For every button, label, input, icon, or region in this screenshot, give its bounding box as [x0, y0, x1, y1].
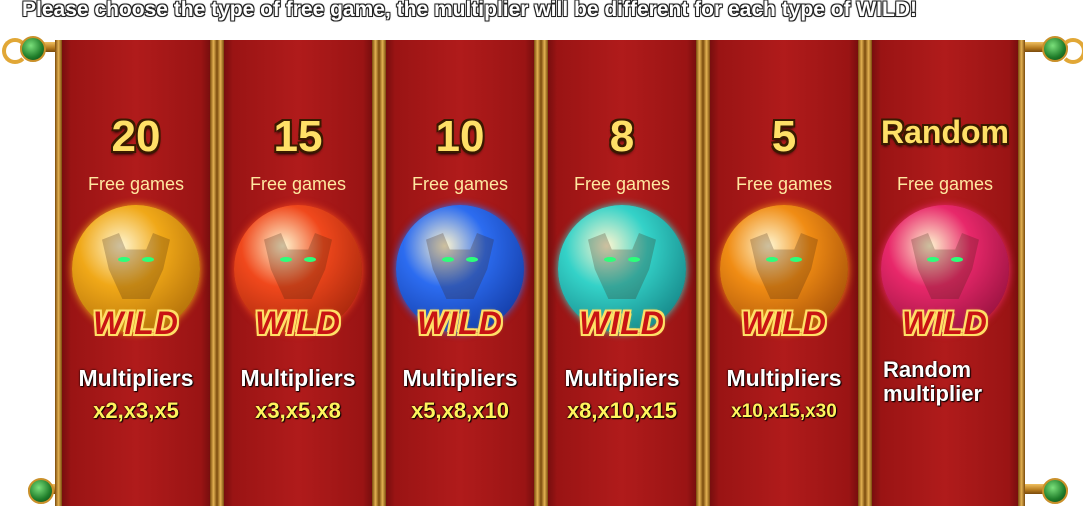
option-10-free-games[interactable]: 10 Free games WILD Multipliers x5,x8,x10: [379, 40, 541, 506]
scroll-cap-icon: [1042, 478, 1068, 504]
free-game-count: 20: [111, 112, 161, 161]
scroll-curl-icon: [1060, 38, 1083, 64]
free-game-count: 8: [609, 112, 635, 161]
multiplier-values: x2,x3,x5: [93, 398, 179, 423]
multiplier-values: x3,x5,x8: [255, 398, 341, 423]
option-5-free-games[interactable]: 5 Free games WILD Multipliers x10,x15,x3…: [703, 40, 865, 506]
option-random-free-games[interactable]: Random Free games WILD Random multiplier: [865, 40, 1025, 506]
multipliers-label: Multipliers: [402, 365, 518, 391]
wild-label: WILD: [417, 305, 503, 341]
multipliers-label: Multipliers: [240, 365, 356, 391]
multipliers-label: Multipliers: [564, 365, 680, 391]
free-games-label: Free games: [735, 174, 833, 194]
free-game-count: 5: [771, 112, 797, 161]
free-games-label: Free games: [87, 174, 185, 194]
free-games-label: Free games: [411, 174, 509, 194]
option-15-free-games[interactable]: 15 Free games WILD Multipliers x3,x5,x8: [217, 40, 379, 506]
free-game-count: 15: [273, 112, 323, 161]
wild-label: WILD: [93, 305, 179, 341]
free-game-options: 20 Free games WILD Multipliers x2,x3,x5 …: [55, 40, 1025, 506]
wild-label: WILD: [741, 305, 827, 341]
option-8-free-games[interactable]: 8 Free games WILD Multipliers x8,x10,x15: [541, 40, 703, 506]
free-games-label: Free games: [249, 174, 347, 194]
free-games-label: Free games: [896, 174, 994, 194]
wild-label: WILD: [579, 305, 665, 341]
wild-label: WILD: [255, 305, 341, 341]
multiplier-values: x10,x15,x30: [731, 401, 837, 422]
multipliers-label: Multipliers: [726, 365, 842, 391]
multiplier-values: x8,x10,x15: [566, 398, 678, 423]
option-20-free-games[interactable]: 20 Free games WILD Multipliers x2,x3,x5: [55, 40, 217, 506]
scroll-cap-icon: [20, 36, 46, 62]
free-games-label: Free games: [573, 174, 671, 194]
scroll-cap-icon: [28, 478, 54, 504]
instruction-text: Please choose the type of free game, the…: [22, 0, 918, 21]
free-game-count: 10: [435, 112, 485, 161]
free-game-count: Random: [881, 114, 1009, 150]
random-multiplier-label: Random multiplier: [883, 357, 983, 406]
multiplier-values: x5,x8,x10: [411, 398, 509, 423]
multipliers-label: Multipliers: [78, 365, 194, 391]
wild-label: WILD: [902, 305, 988, 341]
